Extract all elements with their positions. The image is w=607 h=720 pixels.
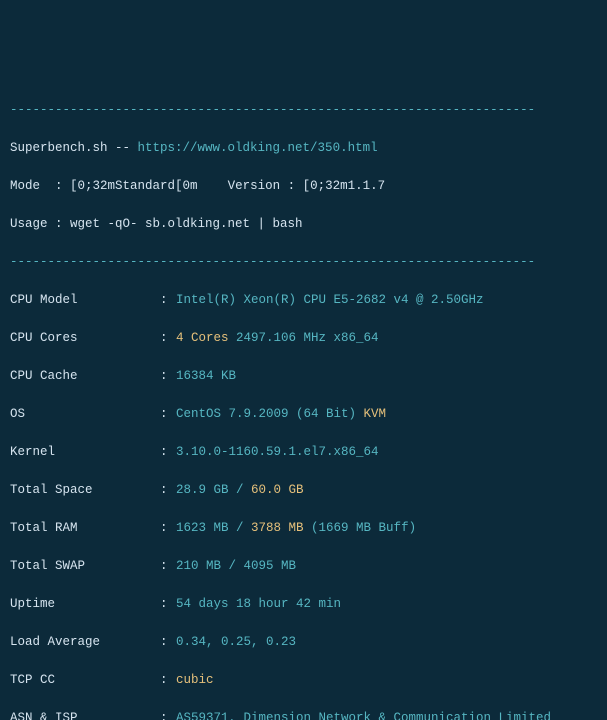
divider: ----------------------------------------…	[10, 253, 597, 272]
divider: ----------------------------------------…	[10, 101, 597, 120]
ram-total: 3788 MB	[251, 521, 304, 535]
total-space-label: Total Space	[10, 481, 160, 500]
version-value: 1.1.7	[348, 179, 386, 193]
mode-value: Standard	[115, 179, 175, 193]
kernel-label: Kernel	[10, 443, 160, 462]
os-value: CentOS 7.9.2009 (64 Bit)	[176, 407, 364, 421]
space-total: 60.0 GB	[251, 483, 304, 497]
tcp-cc-label: TCP CC	[10, 671, 160, 690]
script-title: Superbench.sh --	[10, 141, 138, 155]
uptime-value: 54 days 18 hour 42 min	[176, 597, 341, 611]
kernel-value: 3.10.0-1160.59.1.el7.x86_64	[176, 445, 379, 459]
total-swap-label: Total SWAP	[10, 557, 160, 576]
asn-isp-value: AS59371, Dimension Network & Communicati…	[176, 711, 551, 720]
cpu-model-value: Intel(R) Xeon(R) CPU E5-2682 v4 @ 2.50GH…	[176, 293, 484, 307]
os-virt: KVM	[364, 407, 387, 421]
ram-used: 1623 MB	[176, 521, 229, 535]
tcp-cc-value: cubic	[176, 673, 214, 687]
space-sep: /	[229, 483, 252, 497]
cpu-cache-label: CPU Cache	[10, 367, 160, 386]
swap-value: 210 MB / 4095 MB	[176, 559, 296, 573]
mode-label: Mode : [0;32m	[10, 179, 115, 193]
usage-label: Usage :	[10, 217, 70, 231]
version-label: Version : [0;32m	[198, 179, 348, 193]
cpu-cores-freq: 2497.106 MHz x86_64	[229, 331, 379, 345]
ram-sep: /	[229, 521, 252, 535]
uptime-label: Uptime	[10, 595, 160, 614]
terminal-output: ----------------------------------------…	[10, 82, 597, 720]
load-avg-value: 0.34, 0.25, 0.23	[176, 635, 296, 649]
ram-buff: (1669 MB Buff)	[304, 521, 417, 535]
mode-escape: [0m	[175, 179, 198, 193]
script-url: https://www.oldking.net/350.html	[138, 141, 378, 155]
asn-isp-label: ASN & ISP	[10, 709, 160, 720]
load-avg-label: Load Average	[10, 633, 160, 652]
total-ram-label: Total RAM	[10, 519, 160, 538]
os-label: OS	[10, 405, 160, 424]
cpu-cache-value: 16384 KB	[176, 369, 236, 383]
cpu-cores-label: CPU Cores	[10, 329, 160, 348]
space-used: 28.9 GB	[176, 483, 229, 497]
cpu-cores-count: 4 Cores	[176, 331, 229, 345]
usage-cmd: wget -qO- sb.oldking.net | bash	[70, 217, 303, 231]
cpu-model-label: CPU Model	[10, 291, 160, 310]
